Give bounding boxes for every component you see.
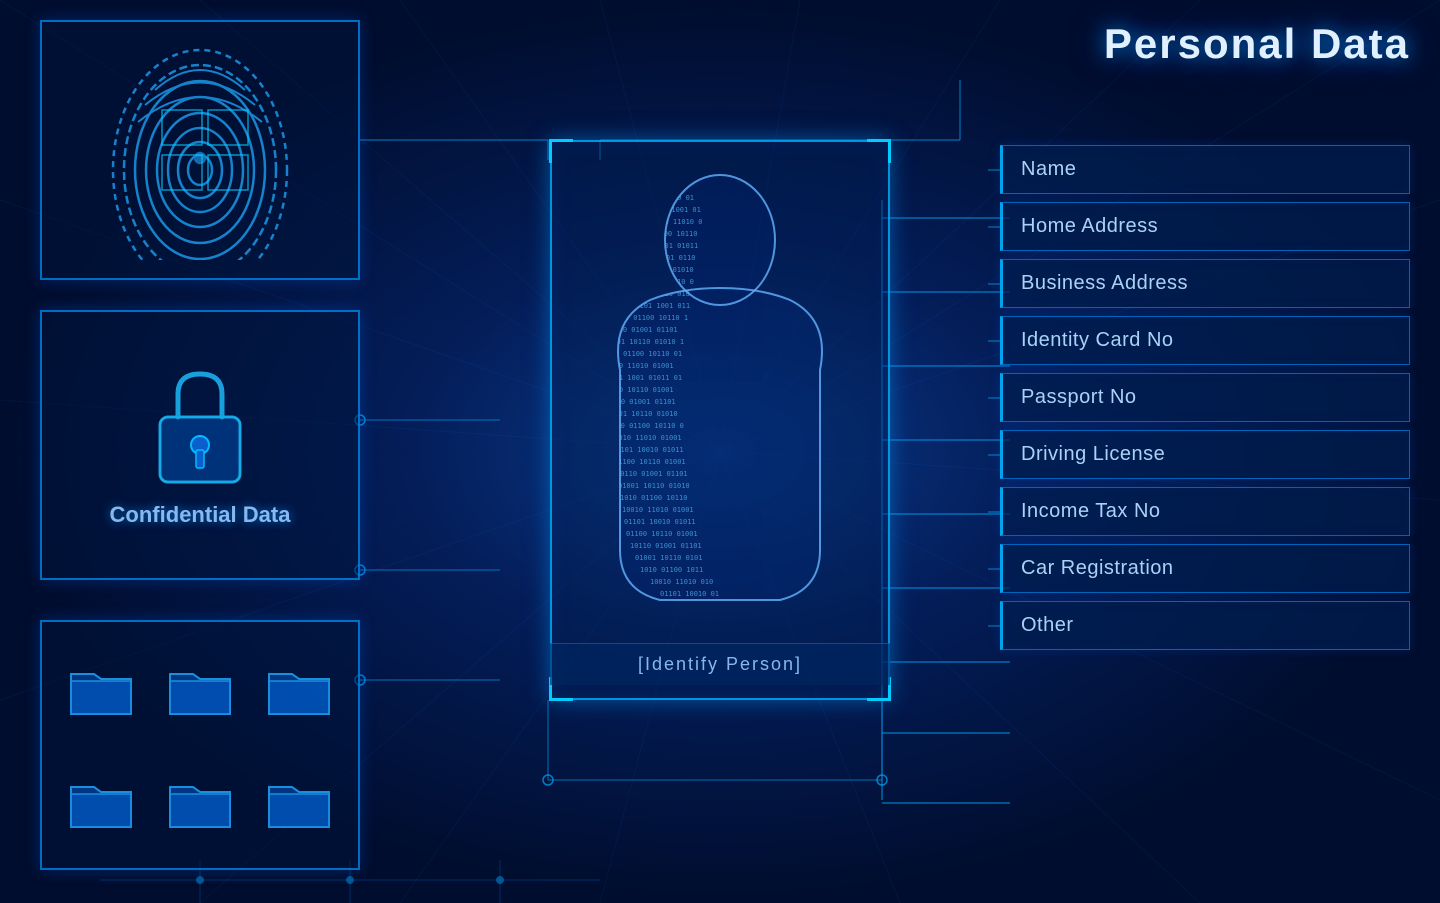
page-title: Personal Data — [1104, 20, 1410, 68]
svg-text:10010 11010 01001: 10010 11010 01001 — [602, 362, 674, 370]
svg-text:01100 10110 01001: 01100 10110 01001 — [614, 458, 686, 466]
folder-3 — [254, 637, 343, 740]
lock-icon — [140, 362, 260, 492]
svg-text:01001 10110 01010: 01001 10110 01010 — [622, 266, 694, 274]
svg-text:010 11001 01011: 010 11001 01011 — [635, 242, 698, 250]
confidential-panel: Confidential Data — [40, 310, 360, 580]
svg-text:10110 01001 01101: 10110 01001 01101 — [606, 326, 678, 334]
svg-text:10110 01001 0110: 10110 01001 0110 — [628, 254, 695, 262]
identify-label: [Identify Person] — [550, 643, 890, 685]
svg-text:10010 11010 010: 10010 11010 010 — [650, 578, 713, 586]
person-silhouette: 01001 10110 01 1001 01101 1001 01 01 100… — [570, 160, 870, 620]
svg-text:10110 01001 01101: 10110 01001 01101 — [616, 470, 688, 478]
svg-text:1001 01101 1001 011: 1001 01101 1001 011 — [610, 302, 690, 310]
silhouette-svg: 01001 10110 01 1001 01101 1001 01 01 100… — [580, 170, 860, 610]
svg-text:01001 10110 01010 1: 01001 10110 01010 1 — [604, 338, 684, 346]
data-field-home-address[interactable]: Home Address — [1000, 202, 1410, 251]
svg-text:10110 01001 01101: 10110 01001 01101 — [604, 398, 676, 406]
svg-text:10110 01001 01101: 10110 01001 01101 — [630, 542, 702, 550]
svg-text:01101 10010 01: 01101 10010 01 — [660, 590, 719, 598]
data-fields-panel: Name Home Address Business Address Identity… — [1000, 145, 1410, 650]
svg-text:1010 01100 1011: 1010 01100 1011 — [640, 566, 703, 574]
svg-text:1001 01101 1001 01: 1001 01101 1001 01 — [625, 206, 701, 214]
data-field-name[interactable]: Name — [1000, 145, 1410, 194]
svg-text:01001 10110 01: 01001 10110 01 — [635, 194, 694, 202]
corner-tr — [867, 139, 891, 163]
data-field-other[interactable]: Other — [1000, 601, 1410, 650]
folder-6 — [254, 750, 343, 853]
data-field-identity-card-no[interactable]: Identity Card No — [1000, 316, 1410, 365]
main-container: Personal Data — [0, 0, 1440, 903]
folder-2 — [156, 637, 245, 740]
folder-4 — [57, 750, 146, 853]
folder-5 — [156, 750, 245, 853]
svg-text:01100 10110 01001: 01100 10110 01001 — [602, 386, 674, 394]
svg-text:1010 01100 10110 01: 1010 01100 10110 01 — [602, 350, 682, 358]
svg-text:10010 11010 01001: 10010 11010 01001 — [622, 506, 694, 514]
data-field-car-registration[interactable]: Car Registration — [1000, 544, 1410, 593]
data-field-income-tax-no[interactable]: Income Tax No — [1000, 487, 1410, 536]
svg-text:01101 10010 01011: 01101 10010 01011 — [624, 518, 696, 526]
svg-text:01101 1001 01011 01: 01101 1001 01011 01 — [602, 374, 682, 382]
person-card: 01001 10110 01 1001 01101 1001 01 01 100… — [550, 140, 890, 700]
confidential-label: Confidential Data — [110, 502, 291, 528]
data-field-passport-no[interactable]: Passport No — [1000, 373, 1410, 422]
svg-text:01100 10110 01001: 01100 10110 01001 — [626, 530, 698, 538]
svg-text:01001 10110 01010: 01001 10110 01010 — [606, 410, 678, 418]
svg-text:01010 01100 10110 1: 01010 01100 10110 1 — [608, 314, 688, 322]
fingerprint-panel — [40, 20, 360, 280]
svg-text:01001 10110 0101: 01001 10110 0101 — [635, 554, 702, 562]
files-panel — [40, 620, 360, 870]
fingerprint-icon — [100, 40, 300, 260]
data-field-business-address[interactable]: Business Address — [1000, 259, 1410, 308]
svg-text:01101 10010 01011: 01101 10010 01011 — [612, 446, 684, 454]
svg-text:1010 01100 10110 0: 1010 01100 10110 0 — [618, 278, 694, 286]
folder-1 — [57, 637, 146, 740]
svg-text:1010 01100 10110: 1010 01100 10110 — [630, 230, 697, 238]
svg-text:01001 10110 01010: 01001 10110 01010 — [618, 482, 690, 490]
data-field-driving-license[interactable]: Driving License — [1000, 430, 1410, 479]
svg-text:1010 01100 10110: 1010 01100 10110 — [620, 494, 687, 502]
